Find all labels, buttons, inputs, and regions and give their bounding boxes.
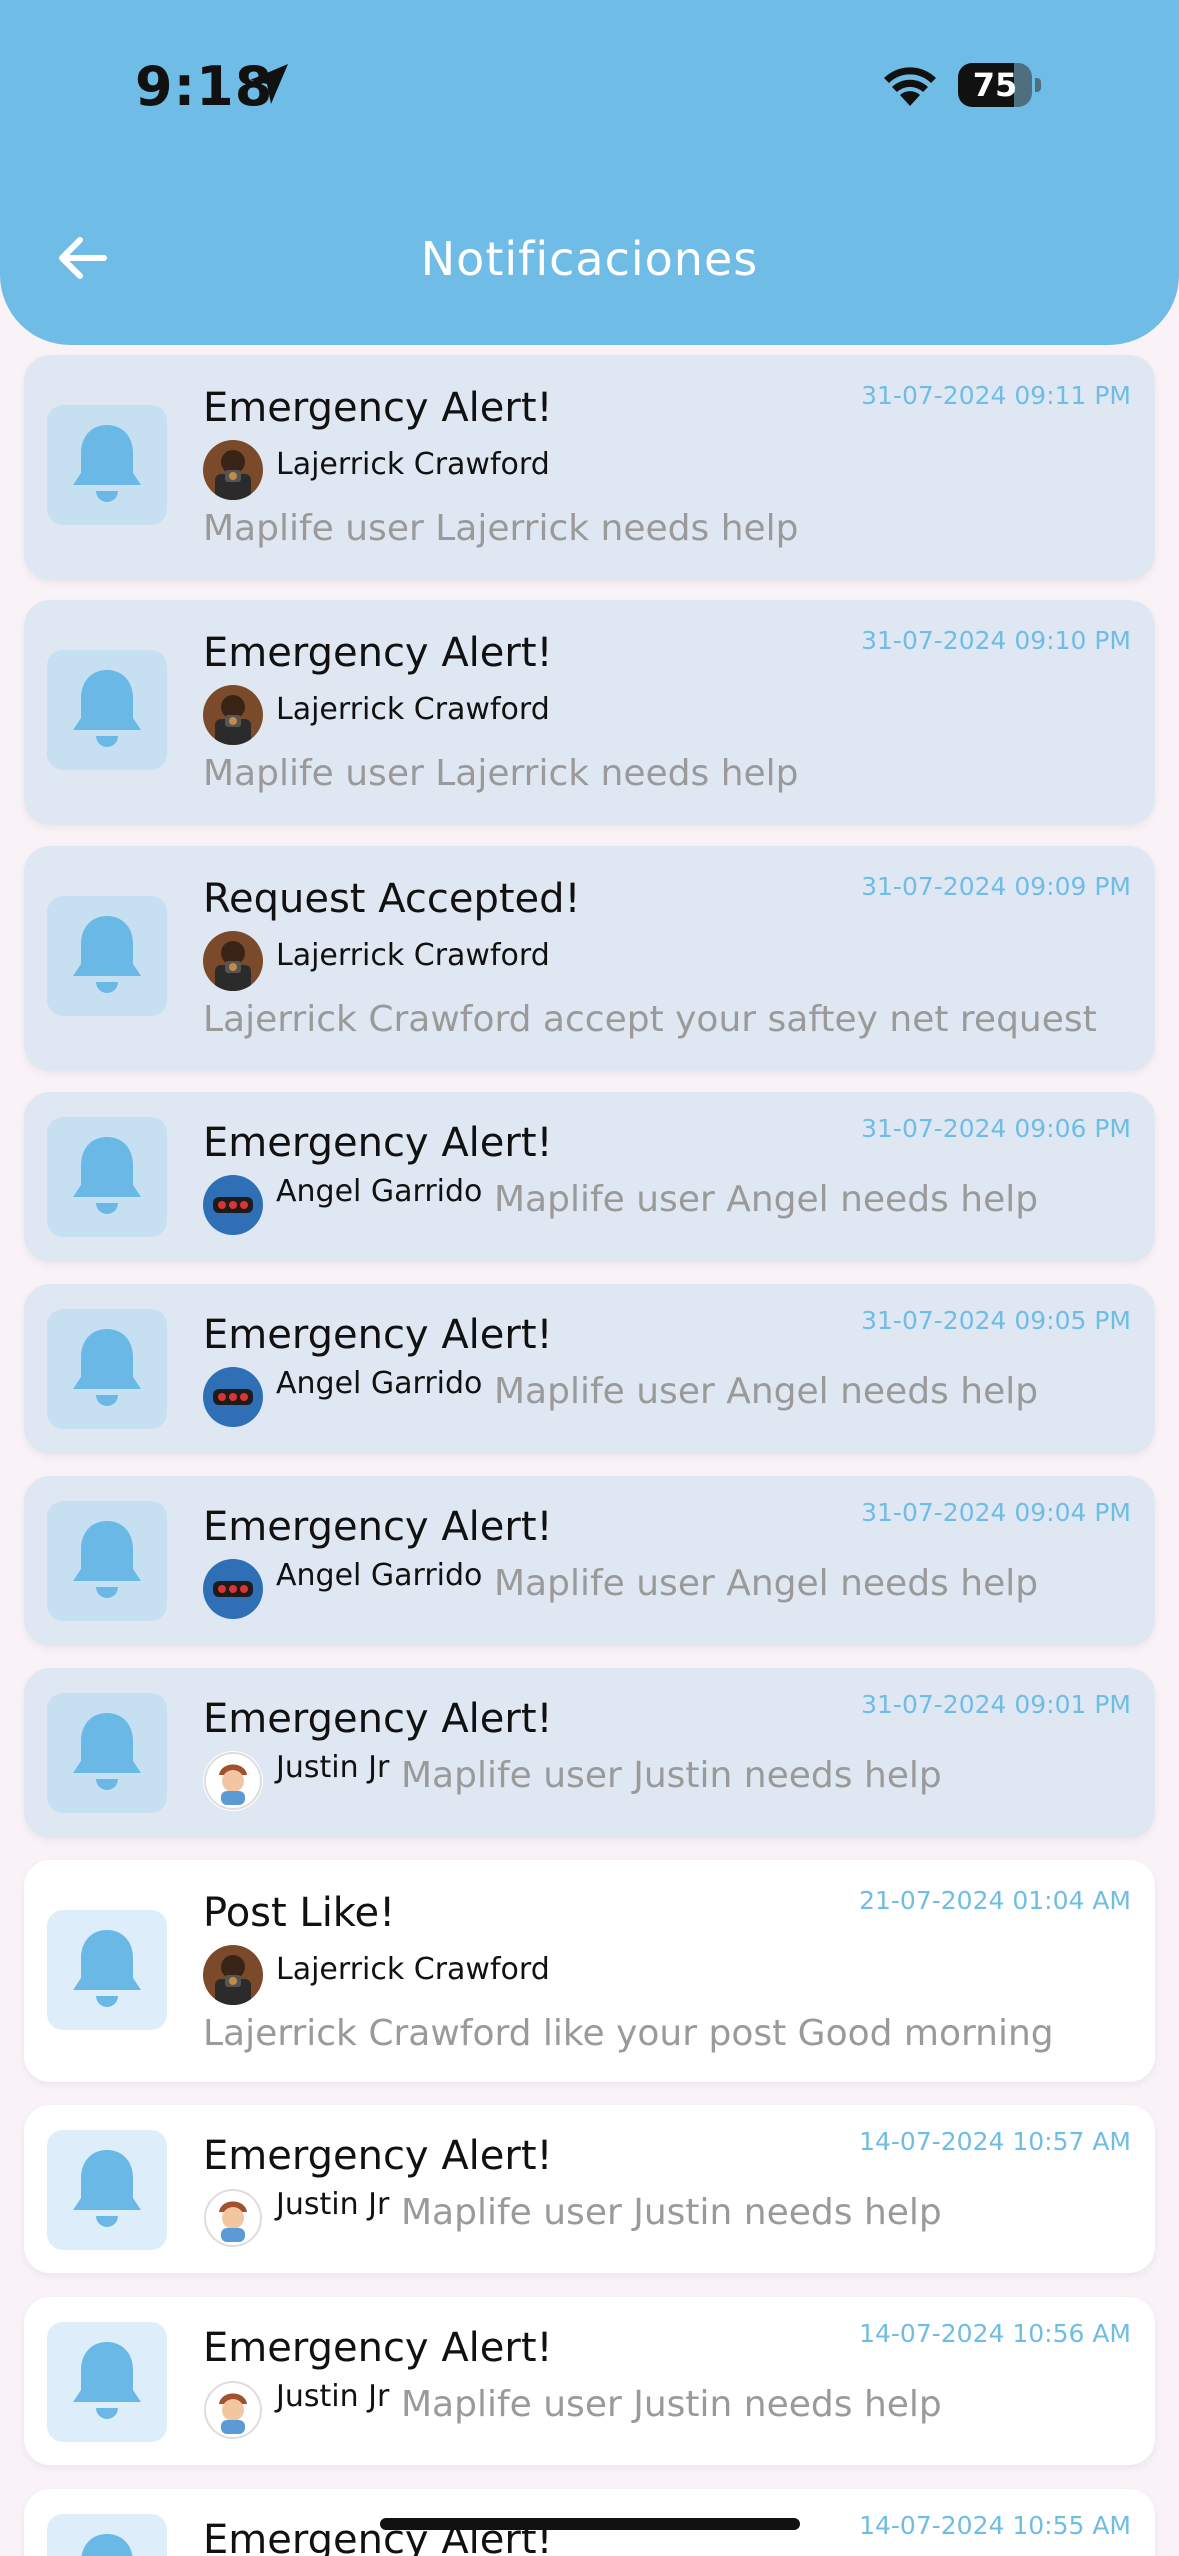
portrait-avatar: [203, 685, 263, 745]
portrait-avatar: [203, 931, 263, 991]
status-bar: 9:18 75: [0, 0, 1179, 170]
notification-user: Justin Jr: [276, 1750, 390, 1785]
notification-title: Emergency Alert!: [203, 630, 553, 676]
bell-icon: [47, 2514, 167, 2556]
notification-message: Maplife user Justin needs help: [401, 2384, 942, 2425]
notification-card[interactable]: Emergency Alert! 31-07-2024 09:04 PM Angel…: [24, 1476, 1155, 1646]
wifi-icon: [882, 66, 938, 112]
notification-title: Request Accepted!: [203, 876, 581, 922]
cartoon-avatar: [203, 2188, 263, 2248]
bell-icon: [47, 1910, 167, 2030]
bell-icon: [47, 2130, 167, 2250]
portrait-avatar: [203, 1945, 263, 2005]
bell-icon: [47, 2322, 167, 2442]
notification-date: 31-07-2024 09:05 PM: [861, 1306, 1131, 1335]
page-title: Notificaciones: [420, 232, 759, 286]
notification-user: Angel Garrido: [276, 1366, 483, 1401]
notification-message: Lajerrick Crawford like your post Good m…: [203, 2013, 1054, 2054]
notification-message: Maplife user Lajerrick needs help: [203, 753, 799, 794]
notification-card[interactable]: Emergency Alert! 31-07-2024 09:11 PM Lajer…: [24, 355, 1155, 580]
notification-message: Maplife user Justin needs help: [401, 1755, 942, 1796]
battery-indicator: 75: [958, 63, 1041, 107]
notification-title: Emergency Alert!: [203, 385, 553, 431]
notification-card[interactable]: Post Like! 21-07-2024 01:04 AM Lajerrick C…: [24, 1860, 1155, 2082]
notification-user: Lajerrick Crawford: [276, 938, 550, 973]
location-arrow-icon: [248, 62, 290, 110]
notification-title: Emergency Alert!: [203, 1312, 553, 1358]
notification-date: 31-07-2024 09:06 PM: [861, 1114, 1131, 1143]
cartoon-avatar: [203, 2380, 263, 2440]
bell-icon: [47, 1309, 167, 1429]
notification-message: Maplife user Lajerrick needs help: [203, 508, 799, 549]
notification-card[interactable]: Emergency Alert! 31-07-2024 09:05 PM Angel…: [24, 1284, 1155, 1454]
notification-user: Justin Jr: [276, 2379, 390, 2414]
notification-user: Lajerrick Crawford: [276, 1952, 550, 1987]
bell-icon: [47, 1693, 167, 1813]
notification-card[interactable]: Emergency Alert! 31-07-2024 09:10 PM Lajer…: [24, 600, 1155, 825]
notification-message: Maplife user Angel needs help: [494, 1563, 1039, 1604]
notification-user: Justin Jr: [276, 2187, 390, 2222]
notification-message: Lajerrick Crawford accept your saftey ne…: [203, 999, 1097, 1040]
notification-date: 31-07-2024 09:11 PM: [861, 381, 1131, 410]
notification-user: Lajerrick Crawford: [276, 692, 550, 727]
notification-title: Post Like!: [203, 1890, 396, 1936]
home-indicator: [380, 2518, 800, 2530]
notification-date: 14-07-2024 10:55 AM: [859, 2511, 1131, 2540]
notification-date: 21-07-2024 01:04 AM: [859, 1886, 1131, 1915]
notification-user: Lajerrick Crawford: [276, 447, 550, 482]
notification-user: Angel Garrido: [276, 1558, 483, 1593]
notification-message: Maplife user Angel needs help: [494, 1179, 1039, 1220]
notification-title: Emergency Alert!: [203, 1120, 553, 1166]
notification-message: Maplife user Justin needs help: [401, 2192, 942, 2233]
notification-date: 31-07-2024 09:01 PM: [861, 1690, 1131, 1719]
traffic-light-avatar: [203, 1175, 263, 1235]
notification-title: Emergency Alert!: [203, 2325, 553, 2371]
traffic-light-avatar: [203, 1367, 263, 1427]
notification-card[interactable]: Emergency Alert! 31-07-2024 09:01 PM Justi…: [24, 1668, 1155, 1838]
notification-card[interactable]: Emergency Alert! 31-07-2024 09:06 PM Angel…: [24, 1092, 1155, 1262]
bell-icon: [47, 650, 167, 770]
bell-icon: [47, 1501, 167, 1621]
cartoon-avatar: [203, 1751, 263, 1811]
portrait-avatar: [203, 440, 263, 500]
traffic-light-avatar: [203, 1559, 263, 1619]
notification-message: Maplife user Angel needs help: [494, 1371, 1039, 1412]
notification-date: 14-07-2024 10:56 AM: [859, 2319, 1131, 2348]
notification-title: Emergency Alert!: [203, 2133, 553, 2179]
bell-icon: [47, 405, 167, 525]
notification-date: 31-07-2024 09:10 PM: [861, 626, 1131, 655]
battery-percentage: 75: [972, 66, 1018, 104]
notification-card[interactable]: Emergency Alert! 14-07-2024 10:56 AM Justi…: [24, 2297, 1155, 2465]
notification-date: 14-07-2024 10:57 AM: [859, 2127, 1131, 2156]
notification-title: Emergency Alert!: [203, 1504, 553, 1550]
notification-user: Angel Garrido: [276, 1174, 483, 1209]
bell-icon: [47, 896, 167, 1016]
notification-list[interactable]: Emergency Alert! 31-07-2024 09:11 PM Lajer…: [0, 300, 1179, 2556]
notification-card[interactable]: Emergency Alert! 14-07-2024 10:57 AM Justi…: [24, 2105, 1155, 2273]
notification-date: 31-07-2024 09:09 PM: [861, 872, 1131, 901]
bell-icon: [47, 1117, 167, 1237]
app-header: 9:18 75 Notificaciones: [0, 0, 1179, 345]
notification-date: 31-07-2024 09:04 PM: [861, 1498, 1131, 1527]
notification-card[interactable]: Request Accepted! 31-07-2024 09:09 PM Laje…: [24, 846, 1155, 1071]
notification-title: Emergency Alert!: [203, 1696, 553, 1742]
